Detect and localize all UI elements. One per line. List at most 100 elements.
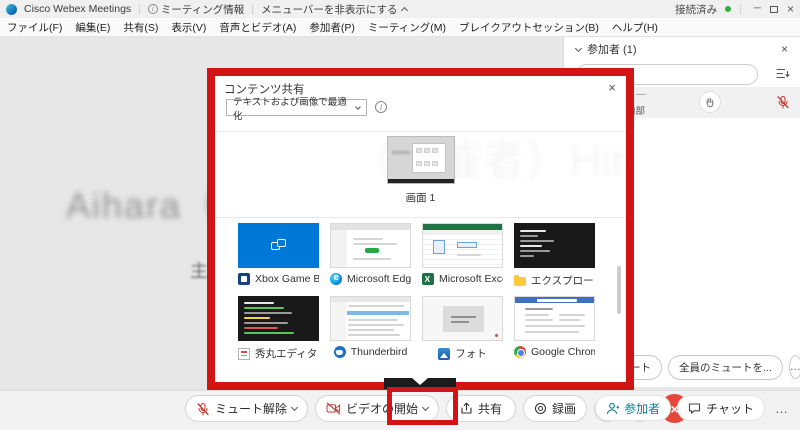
dialog-scrollbar[interactable] xyxy=(617,266,621,314)
menu-breakout[interactable]: ブレイクアウトセッション(B) xyxy=(459,20,599,35)
mic-off-icon xyxy=(196,402,210,416)
screen-1-thumbnail xyxy=(387,136,455,184)
excel-icon xyxy=(422,273,434,285)
menu-meeting[interactable]: ミーティング(M) xyxy=(368,20,446,35)
mute-all-button[interactable]: 全員のミュートを... xyxy=(668,355,783,380)
menu-bar: ファイル(F) 編集(E) 共有(S) 表示(V) 音声とビデオ(A) 参加者(… xyxy=(0,18,800,37)
hidemaru-icon xyxy=(238,348,250,360)
optimize-dropdown[interactable]: テキストおよび画像で最適化 xyxy=(226,99,367,116)
separator: | xyxy=(739,3,742,15)
raise-hand-button[interactable] xyxy=(699,91,721,113)
share-button[interactable]: 共有 xyxy=(446,395,516,422)
hide-menubar-button[interactable]: メニューバーを非表示にする xyxy=(261,2,407,17)
record-icon xyxy=(534,402,547,415)
menu-file[interactable]: ファイル(F) xyxy=(7,20,62,35)
edge-icon xyxy=(330,273,342,285)
share-app-chrome[interactable]: Google Chrome xyxy=(514,296,595,361)
screen-1-label: 画面 1 xyxy=(406,190,436,205)
app-label: Microsoft Edge xyxy=(347,273,411,285)
participant-muted-mic-icon xyxy=(776,95,790,109)
app-label: エクスプローラー(4) xyxy=(531,273,595,288)
record-button[interactable]: 録画 xyxy=(523,395,587,422)
unmute-label: ミュート解除 xyxy=(215,400,287,417)
participants-toggle-label: 参加者 xyxy=(624,400,660,417)
unmute-button[interactable]: ミュート解除 xyxy=(185,395,308,422)
xbox-icon xyxy=(238,273,250,285)
menu-audio-video[interactable]: 音声とビデオ(A) xyxy=(219,20,296,35)
chat-icon xyxy=(688,402,701,415)
app-label: Google Chrome xyxy=(531,346,595,358)
participants-header: 参加者 (1) xyxy=(587,41,637,57)
app-label: フォト xyxy=(455,346,487,361)
webex-logo-icon xyxy=(6,4,17,15)
share-label: 共有 xyxy=(478,400,502,417)
participants-more-button[interactable]: … xyxy=(789,355,800,379)
start-video-button[interactable]: ビデオの開始 xyxy=(315,395,439,422)
close-window-button[interactable]: × xyxy=(787,3,794,15)
menu-participants[interactable]: 参加者(P) xyxy=(309,20,355,35)
camera-off-icon xyxy=(326,402,341,415)
info-icon: i xyxy=(148,4,158,14)
maximize-button[interactable] xyxy=(770,6,778,13)
excel-thumbnail xyxy=(422,223,503,268)
share-app-excel[interactable]: Microsoft Excel xyxy=(422,223,503,288)
photos-icon xyxy=(438,348,450,360)
connection-status: 接続済み xyxy=(675,2,717,17)
share-app-xbox-game-bar[interactable]: Xbox Game Bar xyxy=(238,223,319,288)
thunderbird-thumbnail xyxy=(330,296,411,341)
chevron-down-icon[interactable] xyxy=(291,404,298,411)
app-label: Thunderbird xyxy=(351,346,408,358)
content-share-dialog: （主催者）Hiroshi コンテンツ共有 × テキストおよび画像で最適化 i 画… xyxy=(207,68,634,390)
share-app-hidemaru[interactable]: 秀丸エディタ : keio... xyxy=(238,296,319,361)
app-title: Cisco Webex Meetings xyxy=(24,3,131,15)
hide-menubar-label: メニューバーを非表示にする xyxy=(261,2,398,17)
chat-label: チャット xyxy=(706,400,754,417)
folder-icon xyxy=(514,277,526,286)
menu-edit[interactable]: 編集(E) xyxy=(75,20,110,35)
explorer-thumbnail xyxy=(514,223,595,268)
separator: | xyxy=(138,3,141,15)
share-app-thunderbird[interactable]: Thunderbird xyxy=(330,296,411,361)
chevron-down-icon[interactable] xyxy=(575,44,582,51)
menu-share[interactable]: 共有(S) xyxy=(123,20,158,35)
record-label: 録画 xyxy=(552,400,576,417)
app-label: Xbox Game Bar xyxy=(255,273,319,285)
dash: — xyxy=(636,89,646,100)
close-dialog-button[interactable]: × xyxy=(608,80,616,95)
separator: | xyxy=(251,3,254,15)
meeting-info-button[interactable]: i ミーティング情報 xyxy=(148,2,244,17)
close-panel-button[interactable]: × xyxy=(781,42,788,56)
divider xyxy=(215,131,626,132)
start-video-label: ビデオの開始 xyxy=(346,400,418,417)
meeting-toolbar: ミュート解除 ビデオの開始 共有 録画 ☺ … × xyxy=(0,390,800,430)
chevron-down-icon xyxy=(355,104,361,110)
menu-view[interactable]: 表示(V) xyxy=(171,20,206,35)
chevron-down-icon[interactable] xyxy=(422,404,429,411)
dialog-pointer-notch xyxy=(412,378,428,385)
connection-dot-icon xyxy=(725,6,731,12)
share-icon xyxy=(460,402,473,415)
chat-button[interactable]: チャット xyxy=(677,395,765,421)
share-screen-1[interactable]: 画面 1 xyxy=(215,136,626,205)
xbox-thumbnail xyxy=(238,223,319,268)
menu-help[interactable]: ヘルプ(H) xyxy=(612,20,658,35)
optimize-dropdown-value: テキストおよび画像で最適化 xyxy=(233,94,356,122)
thunderbird-icon xyxy=(334,346,346,358)
app-label: Microsoft Excel xyxy=(439,273,503,285)
meeting-info-label: ミーティング情報 xyxy=(161,2,244,17)
participants-toggle-button[interactable]: 参加者 xyxy=(595,395,671,421)
panels-more-button[interactable]: … xyxy=(771,401,792,416)
participants-icon xyxy=(606,402,619,415)
share-app-edge[interactable]: Microsoft Edge xyxy=(330,223,411,288)
info-icon[interactable]: i xyxy=(375,101,387,113)
share-app-explorer[interactable]: エクスプローラー(4) xyxy=(514,223,595,288)
share-app-photos[interactable]: フォト xyxy=(422,296,503,361)
divider xyxy=(215,217,626,218)
hidemaru-thumbnail xyxy=(238,296,319,341)
sort-participants-icon[interactable] xyxy=(776,67,790,80)
title-bar: Cisco Webex Meetings | i ミーティング情報 | メニュー… xyxy=(0,0,800,18)
minimize-button[interactable]: ─ xyxy=(754,4,761,14)
app-label: 秀丸エディタ : keio... xyxy=(255,346,319,361)
chevron-up-icon xyxy=(400,7,407,14)
chrome-icon xyxy=(514,346,526,358)
